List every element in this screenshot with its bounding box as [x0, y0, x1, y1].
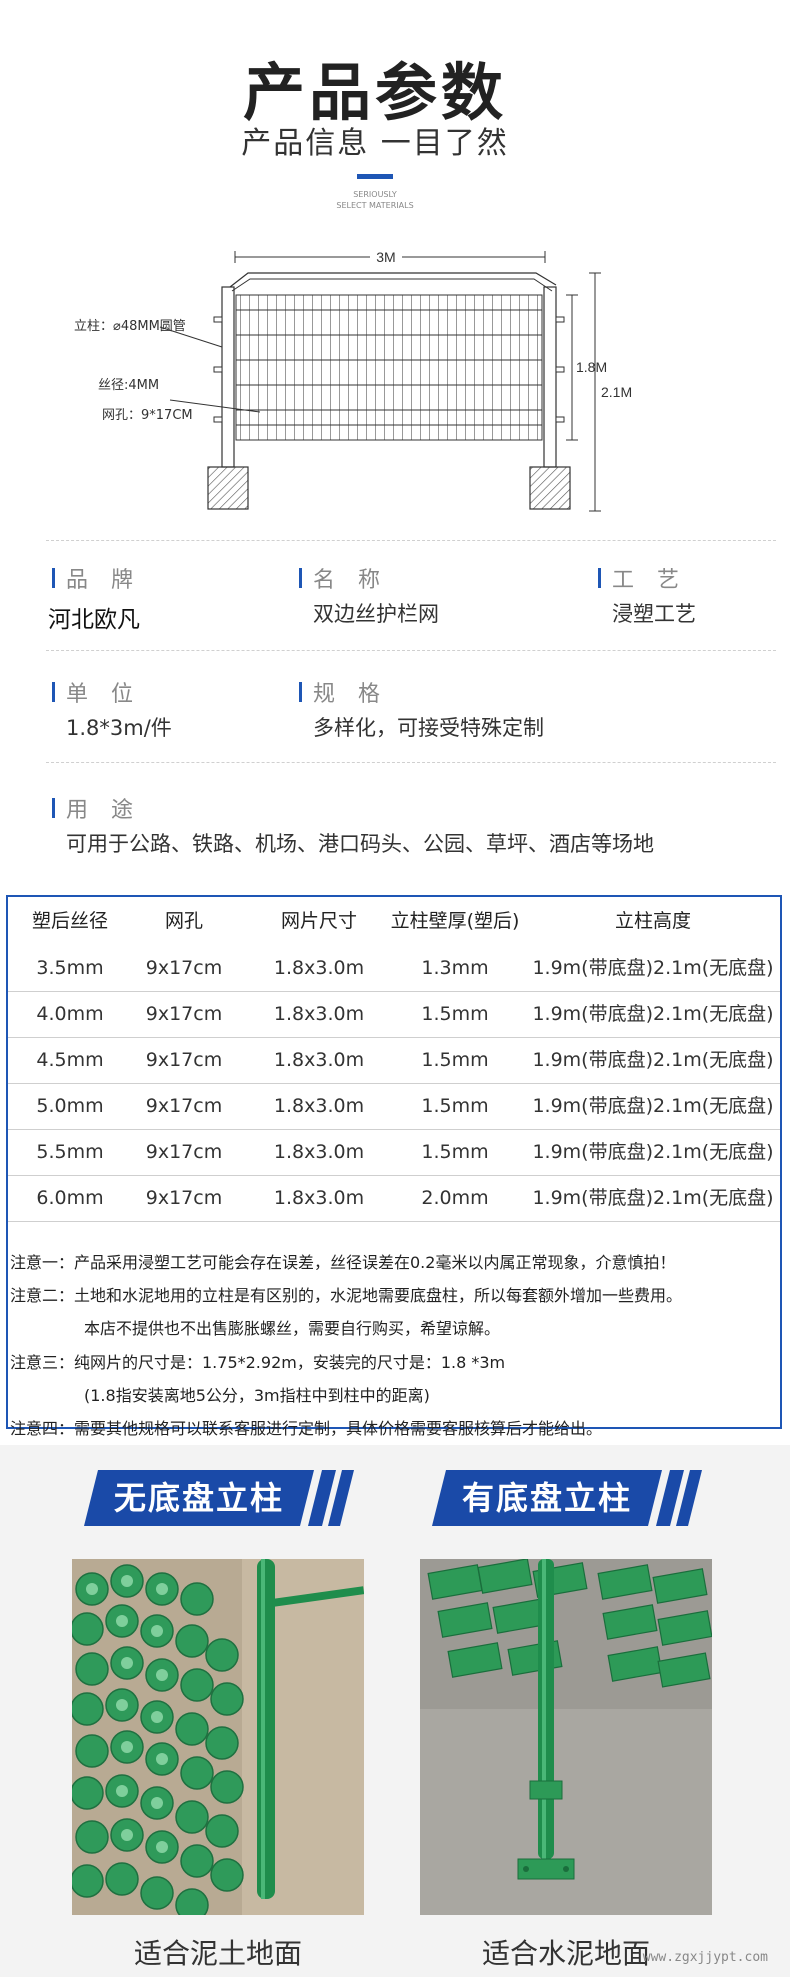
craft-value: 浸塑工艺 — [612, 602, 696, 626]
table-cell: 1.5mm — [421, 1003, 489, 1025]
table-cell: 4.0mm — [36, 1003, 104, 1025]
photo-with-base-post — [420, 1559, 712, 1915]
spec-value: 多样化，可接受特殊定制 — [313, 716, 544, 740]
table-cell: 2.0mm — [421, 1187, 489, 1209]
brand-label: 品 牌 — [52, 562, 141, 594]
header-wire: 塑后丝径 — [31, 910, 108, 932]
photo-no-base-post — [72, 1559, 364, 1915]
table-cell: 1.9m(带底盘)2.1m(无底盘) — [532, 1095, 774, 1117]
table-cell: 1.8x3.0m — [273, 1095, 365, 1117]
page-subtitle: 产品信息 一目了然 — [241, 126, 509, 161]
wire-label: 丝径:4MM — [98, 378, 159, 393]
divider — [46, 650, 776, 651]
caption-soil: 适合泥土地面 — [133, 1937, 302, 1970]
table-row: 3.5mm 9x17cm 1.8x3.0m 1.3mm 1.9m(带底盘)2.1… — [8, 945, 780, 992]
divider — [46, 762, 776, 763]
brand-value: 河北欧凡 — [48, 607, 140, 633]
table-cell: 1.9m(带底盘)2.1m(无底盘) — [532, 1003, 774, 1025]
tagline-line-1: SERIOUSLY — [353, 190, 397, 199]
table-cell: 9x17cm — [145, 957, 223, 979]
divider — [46, 540, 776, 541]
note-2-continued: 本店不提供也不出售膨胀螺丝，需要自行购买，希望谅解。 — [84, 1319, 501, 1338]
table-cell: 1.8x3.0m — [273, 1141, 365, 1163]
post-label: 立柱：⌀48MM圆管 — [74, 319, 186, 334]
width-label: 3M — [376, 249, 395, 265]
header-wall: 立柱壁厚(塑后) — [390, 910, 520, 932]
tagline: SERIOUSLY SELECT MATERIALS — [0, 189, 750, 211]
watermark: www.zgxjjypt.com — [642, 1950, 768, 1965]
table-cell: 5.0mm — [36, 1095, 104, 1117]
table-cell: 9x17cm — [145, 1095, 223, 1117]
name-label: 名 称 — [299, 562, 388, 594]
name-value: 双边丝护栏网 — [313, 602, 439, 626]
table-cell: 9x17cm — [145, 1003, 223, 1025]
table-cell: 1.5mm — [421, 1141, 489, 1163]
header-height: 立柱高度 — [614, 910, 691, 932]
width-dimension: 3M — [234, 247, 546, 265]
mesh-panel — [235, 294, 543, 441]
banner-no-base-text: 无底盘立柱 — [113, 1479, 284, 1517]
accent-bar — [357, 174, 393, 179]
right-footing — [529, 466, 571, 510]
table-row: 4.5mm 9x17cm 1.8x3.0m 1.5mm 1.9m(带底盘)2.1… — [8, 1037, 780, 1084]
table-row: 4.0mm 9x17cm 1.8x3.0m 1.5mm 1.9m(带底盘)2.1… — [8, 991, 780, 1038]
table-row: 5.5mm 9x17cm 1.8x3.0m 1.5mm 1.9m(带底盘)2.1… — [8, 1129, 780, 1176]
table-cell: 3.5mm — [36, 957, 104, 979]
left-footing — [207, 466, 249, 510]
banner-with-base-text: 有底盘立柱 — [461, 1479, 632, 1517]
table-cell: 1.3mm — [421, 957, 489, 979]
fence-diagram: 3M 1.8M 2.1M 立柱：⌀48MM圆管 丝径:4MM 网孔：9*17CM — [74, 247, 632, 512]
table-cell: 6.0mm — [36, 1187, 104, 1209]
note-3: 注意三：纯网片的尺寸是：1.75*2.92m，安装完的尺寸是：1.8 *3m — [10, 1353, 506, 1372]
usage-label: 用 途 — [52, 792, 141, 824]
usage-value: 可用于公路、铁路、机场、港口码头、公园、草坪、酒店等场地 — [66, 832, 654, 856]
table-cell: 9x17cm — [145, 1141, 223, 1163]
mesh-label: 网孔：9*17CM — [102, 408, 193, 423]
table-cell: 1.9m(带底盘)2.1m(无底盘) — [532, 1187, 774, 1209]
table-cell: 9x17cm — [145, 1049, 223, 1071]
table-cell: 1.5mm — [421, 1049, 489, 1071]
right-post — [543, 286, 557, 468]
note-3-continued: (1.8指安装离地5公分，3m指柱中到柱中的距离) — [84, 1386, 430, 1405]
table-cell: 1.9m(带底盘)2.1m(无底盘) — [532, 1141, 774, 1163]
note-1: 注意一：产品采用浸塑工艺可能会存在误差，丝径误差在0.2毫米以内属正常现象，介意… — [10, 1253, 676, 1272]
note-2: 注意二：土地和水泥地用的立柱是有区别的，水泥地需要底盘柱，所以每套额外增加一些费… — [10, 1286, 683, 1305]
table-cell: 1.8x3.0m — [273, 1003, 365, 1025]
table-cell: 1.9m(带底盘)2.1m(无底盘) — [532, 1049, 774, 1071]
table-cell: 9x17cm — [145, 1187, 223, 1209]
bent-top — [229, 272, 557, 288]
table-cell: 4.5mm — [36, 1049, 104, 1071]
header-panel: 网片尺寸 — [280, 910, 357, 932]
craft-label: 工 艺 — [598, 562, 687, 594]
unit-label: 单 位 — [52, 676, 141, 708]
unit-value: 1.8*3m/件 — [66, 716, 172, 740]
table-header-row: 塑后丝径 网孔 网片尺寸 立柱壁厚(塑后) 立柱高度 — [8, 897, 780, 945]
header-mesh: 网孔 — [164, 910, 203, 932]
table-row: 5.0mm 9x17cm 1.8x3.0m 1.5mm 1.9m(带底盘)2.1… — [8, 1083, 780, 1130]
note-4: 注意四：需要其他规格可以联系客服进行定制，具体价格需要客服核算后才能给出。 — [10, 1419, 603, 1438]
table-cell: 1.5mm — [421, 1095, 489, 1117]
table-cell: 1.8x3.0m — [273, 1049, 365, 1071]
table-row: 6.0mm 9x17cm 1.8x3.0m 2.0mm 1.9m(带底盘)2.1… — [8, 1175, 780, 1222]
height-label-2: 2.1M — [601, 384, 632, 400]
table-cell: 1.8x3.0m — [273, 1187, 365, 1209]
height-label-1: 1.8M — [576, 359, 607, 375]
table-cell: 1.9m(带底盘)2.1m(无底盘) — [532, 957, 774, 979]
spec-label: 规 格 — [299, 676, 388, 708]
left-post — [221, 286, 235, 468]
height-dimensions — [566, 272, 601, 512]
table-cell: 5.5mm — [36, 1141, 104, 1163]
tagline-line-2: SELECT MATERIALS — [336, 201, 414, 210]
table-cell: 1.8x3.0m — [273, 957, 365, 979]
